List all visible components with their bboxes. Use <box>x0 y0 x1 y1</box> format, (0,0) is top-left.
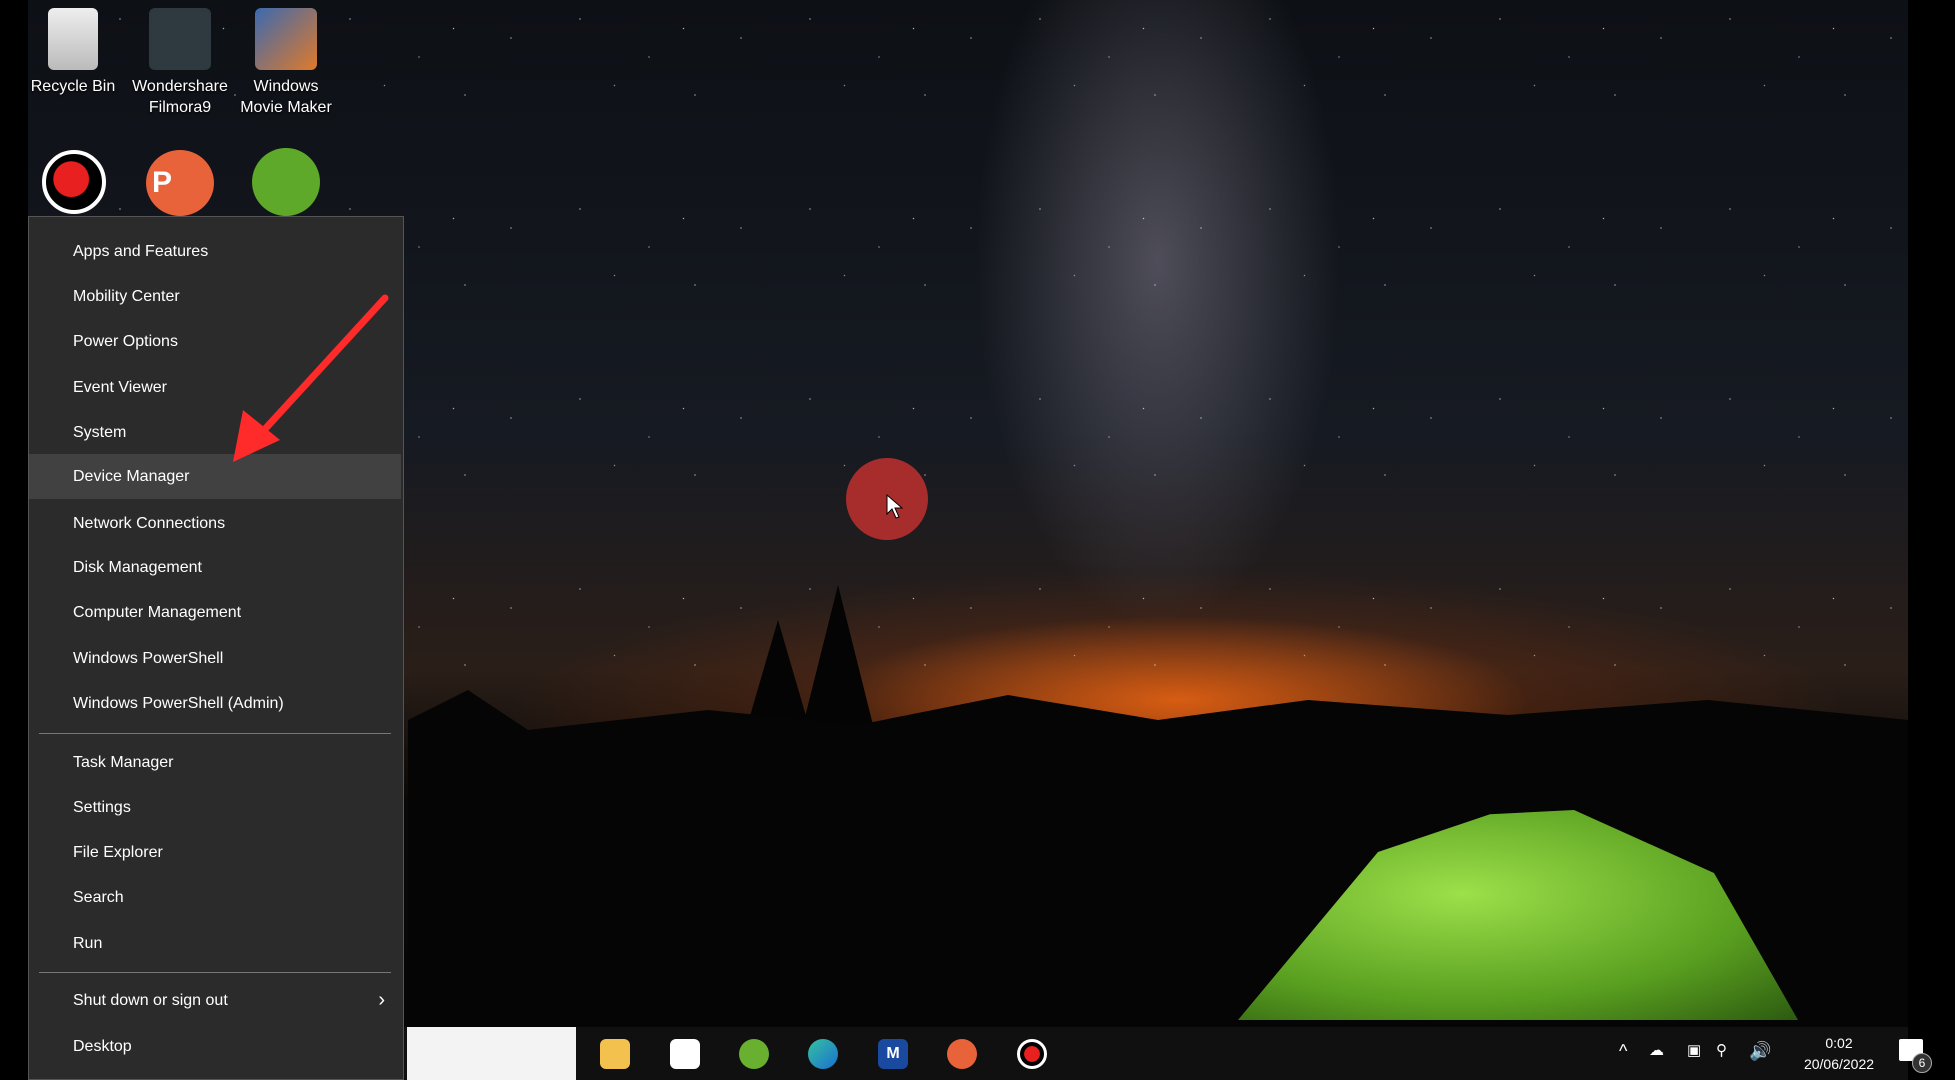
powerpoint-icon[interactable] <box>947 1039 977 1069</box>
edge-icon[interactable] <box>808 1039 838 1069</box>
menu-item-label: Desktop <box>73 1038 132 1055</box>
file-explorer-icon[interactable] <box>600 1039 630 1069</box>
menu-item-label: Disk Management <box>73 559 202 576</box>
menu-item-desktop[interactable]: Desktop <box>29 1024 401 1069</box>
menu-item-windows-powershell[interactable]: Windows PowerShell <box>29 636 401 681</box>
menu-item-run[interactable]: Run <box>29 921 401 966</box>
volume-icon[interactable]: 🔊 <box>1749 1041 1771 1062</box>
microsoft-store-icon[interactable] <box>670 1039 700 1069</box>
desktop-icon-movie-maker[interactable]: Windows Movie Maker <box>236 8 336 118</box>
menu-item-label: Shut down or sign out <box>73 992 228 1009</box>
filmora-icon <box>149 8 211 70</box>
menu-item-search[interactable]: Search <box>29 875 401 920</box>
menu-item-label: Event Viewer <box>73 379 167 396</box>
notification-count-badge: 6 <box>1912 1053 1932 1073</box>
menu-item-disk-management[interactable]: Disk Management <box>29 545 401 590</box>
menu-item-file-explorer[interactable]: File Explorer <box>29 830 401 875</box>
mouse-cursor-icon <box>886 494 904 519</box>
powerpoint-icon[interactable]: P <box>146 150 214 216</box>
show-hidden-icons-chevron-icon[interactable]: ^ <box>1619 1041 1627 1062</box>
menu-item-label: File Explorer <box>73 844 163 861</box>
taskbar-search-box[interactable] <box>407 1027 576 1080</box>
menu-item-label: Search <box>73 889 124 906</box>
red-arrow-annotation <box>233 294 389 462</box>
menu-item-label: Windows PowerShell (Admin) <box>73 695 284 712</box>
menu-item-task-manager[interactable]: Task Manager <box>29 740 401 785</box>
coreldraw-icon[interactable] <box>739 1039 769 1069</box>
coreldraw-icon[interactable] <box>252 148 320 216</box>
menu-item-computer-management[interactable]: Computer Management <box>29 590 401 635</box>
menu-item-label: Windows PowerShell <box>73 650 224 667</box>
menu-item-windows-powershell-admin[interactable]: Windows PowerShell (Admin) <box>29 681 401 726</box>
menu-item-label: System <box>73 424 127 441</box>
chevron-right-icon: › <box>378 989 385 1011</box>
network-icon[interactable]: ⚲ <box>1716 1041 1727 1059</box>
menu-item-apps-and-features[interactable]: Apps and Features <box>29 229 401 274</box>
taskbar: M ^ ☁ ▣ ⚲ 🔊 0:02 20/06/2022 6 <box>404 1027 1932 1080</box>
menu-item-label: Mobility Center <box>73 288 180 305</box>
screen-recorder-icon[interactable] <box>42 150 106 214</box>
movie-maker-icon <box>255 8 317 70</box>
app-m-icon[interactable]: M <box>878 1039 908 1069</box>
menu-item-label: Network Connections <box>73 515 226 532</box>
recycle-bin-icon <box>48 8 98 70</box>
desktop-icon-recycle-bin[interactable]: Recycle Bin <box>23 8 123 97</box>
menu-item-label: Apps and Features <box>73 243 209 260</box>
menu-item-label: Run <box>73 935 103 952</box>
menu-item-label: Device Manager <box>73 468 190 485</box>
menu-item-label: Computer Management <box>73 604 242 621</box>
clock[interactable]: 0:02 20/06/2022 <box>1789 1033 1889 1075</box>
menu-separator <box>39 972 391 973</box>
menu-item-label: Power Options <box>73 333 178 350</box>
menu-separator <box>39 733 391 734</box>
desktop-icon-filmora[interactable]: Wondershare Filmora9 <box>130 8 230 118</box>
recorder-icon[interactable] <box>1017 1039 1047 1069</box>
menu-item-settings[interactable]: Settings <box>29 785 401 830</box>
meet-now-icon[interactable]: ▣ <box>1687 1041 1701 1059</box>
onedrive-offline-icon[interactable]: ☁ <box>1649 1041 1664 1059</box>
menu-item-label: Settings <box>73 799 131 816</box>
menu-item-label: Task Manager <box>73 754 174 771</box>
menu-item-network-connections[interactable]: Network Connections <box>29 501 401 546</box>
menu-item-shut-down-or-sign-out[interactable]: Shut down or sign out › <box>29 978 401 1023</box>
